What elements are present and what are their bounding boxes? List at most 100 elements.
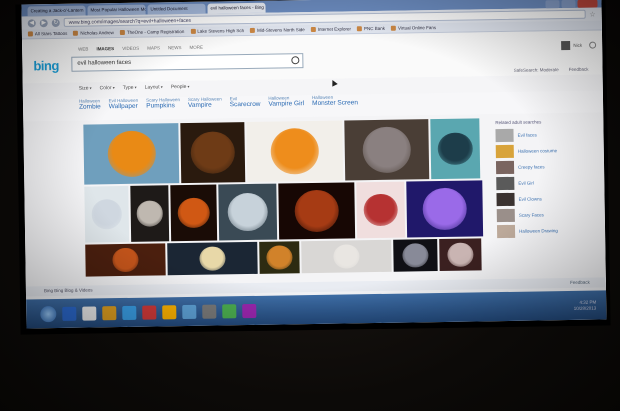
- search-icon[interactable]: [291, 56, 300, 65]
- thumbnail-subject: [112, 247, 139, 273]
- filter-type[interactable]: Type: [123, 85, 137, 91]
- sidebar-thumbnail[interactable]: [496, 192, 515, 207]
- image-thumbnail[interactable]: [406, 180, 484, 238]
- taskbar-app-icon[interactable]: [202, 304, 217, 319]
- scope-images[interactable]: Images: [96, 46, 114, 51]
- image-thumbnail[interactable]: [85, 243, 166, 277]
- taskbar-app-icon[interactable]: [162, 304, 177, 319]
- sidebar-thumbnail[interactable]: [496, 224, 516, 239]
- related-search-bottom: Vampire Girl: [268, 100, 305, 108]
- sidebar-item[interactable]: Evil Clowns: [496, 192, 596, 207]
- sidebar-thumbnail[interactable]: [496, 208, 515, 223]
- scope-news[interactable]: News: [168, 45, 182, 50]
- bookmark-item[interactable]: Nicholas Andrew: [73, 30, 114, 36]
- taskbar-app-icon[interactable]: [62, 306, 77, 321]
- image-thumbnail[interactable]: [439, 238, 482, 272]
- bookmark-item[interactable]: All Stars Tattoos: [27, 31, 68, 37]
- scope-videos[interactable]: Videos: [122, 46, 139, 51]
- right-tool-0[interactable]: SafeSearch: Moderate: [514, 67, 559, 73]
- bookmark-item[interactable]: TheOne - Camp Registration: [119, 29, 184, 36]
- scope-more[interactable]: More: [189, 45, 203, 50]
- sidebar-item-label: Evil Girl: [518, 180, 534, 186]
- sidebar-item[interactable]: Halloween costume: [495, 144, 596, 159]
- maximize-button[interactable]: [561, 0, 576, 9]
- right-tool-1[interactable]: Feedback: [569, 67, 589, 72]
- taskbar-app-icon[interactable]: [82, 305, 97, 321]
- related-search-item[interactable]: Evil Scarecrow: [230, 96, 261, 118]
- sidebar-item[interactable]: Halloween Drawing: [496, 224, 597, 239]
- image-grid: [83, 118, 489, 278]
- bookmark-item[interactable]: Lake Stevens High Sch: [190, 28, 244, 34]
- taskbar-app-icon[interactable]: [222, 303, 237, 318]
- image-thumbnail[interactable]: [130, 185, 170, 242]
- related-search-item[interactable]: Evil Halloween Wallpaper: [109, 98, 139, 120]
- bing-logo[interactable]: bing: [33, 58, 59, 73]
- avatar[interactable]: [561, 40, 571, 51]
- tab-2[interactable]: Untitled Document: [147, 3, 206, 15]
- related-search-item[interactable]: Scary Halloween Vampire: [188, 96, 222, 119]
- image-thumbnail[interactable]: [246, 120, 344, 183]
- related-search-item[interactable]: Scary Halloween Pumpkins: [146, 97, 180, 120]
- image-thumbnail[interactable]: [218, 183, 278, 241]
- gear-icon[interactable]: [589, 41, 597, 49]
- image-thumbnail[interactable]: [430, 118, 481, 180]
- tab-0[interactable]: Creating a Jack-o'-Lantern: [27, 5, 86, 17]
- related-search-bottom: Vampire: [187, 101, 212, 109]
- sidebar-thumbnail[interactable]: [495, 128, 514, 143]
- sidebar-item[interactable]: Evil Girl: [496, 176, 596, 191]
- image-thumbnail[interactable]: [259, 241, 300, 274]
- forward-button[interactable]: ▶: [39, 18, 48, 27]
- image-thumbnail[interactable]: [278, 182, 356, 240]
- tab-3[interactable]: evil halloween faces - Bing: [207, 2, 266, 14]
- image-thumbnail[interactable]: [356, 181, 406, 239]
- search-input[interactable]: evil halloween faces: [71, 53, 304, 72]
- sidebar-item[interactable]: Scary Faces: [496, 208, 597, 223]
- bookmark-item[interactable]: Mid-Stevens North Side: [250, 27, 305, 33]
- bookmark-label: Virtual Online Fans: [397, 25, 437, 31]
- scope-maps[interactable]: Maps: [147, 45, 160, 50]
- tab-1[interactable]: Most Popular Halloween Mo: [87, 4, 146, 16]
- close-button[interactable]: [577, 0, 598, 8]
- feedback-link[interactable]: Feedback: [570, 280, 590, 285]
- bookmark-item[interactable]: Internet Explorer: [310, 26, 351, 33]
- image-thumbnail[interactable]: [84, 185, 130, 243]
- image-thumbnail[interactable]: [180, 122, 246, 184]
- sidebar-thumbnail[interactable]: [495, 144, 514, 159]
- image-thumbnail[interactable]: [301, 239, 392, 274]
- filter-layout[interactable]: Layout: [145, 84, 163, 90]
- taskbar-app-icon[interactable]: [122, 305, 137, 320]
- sidebar-item[interactable]: Evil faces: [495, 128, 595, 143]
- image-row: [85, 238, 489, 277]
- image-thumbnail[interactable]: [83, 123, 180, 185]
- sidebar-thumbnail[interactable]: [496, 176, 515, 191]
- image-thumbnail[interactable]: [167, 241, 258, 276]
- related-search-item[interactable]: Halloween Vampire Girl: [268, 95, 304, 118]
- taskbar-app-icon[interactable]: [142, 304, 157, 320]
- taskbar-app-icon[interactable]: [102, 305, 117, 320]
- sidebar-thumbnail[interactable]: [495, 160, 515, 175]
- thumbnail-subject: [177, 197, 211, 229]
- sidebar-item-label: Evil faces: [517, 132, 537, 138]
- bookmark-item[interactable]: PNC Bank: [356, 26, 385, 32]
- image-thumbnail[interactable]: [344, 119, 430, 181]
- bookmark-item[interactable]: Virtual Online Fans: [390, 25, 437, 31]
- sidebar-item[interactable]: Creepy faces: [495, 160, 596, 175]
- start-button[interactable]: [40, 305, 57, 322]
- minimize-button[interactable]: [545, 0, 560, 9]
- taskbar-app-icon[interactable]: [242, 303, 257, 318]
- filter-people[interactable]: People: [171, 84, 190, 90]
- back-button[interactable]: ◀: [27, 18, 36, 27]
- taskbar-app-icon[interactable]: [182, 304, 197, 319]
- system-clock[interactable]: 4:32 PM 10/28/2013: [574, 299, 597, 311]
- user-area[interactable]: Nick: [561, 40, 582, 51]
- filter-size[interactable]: Size: [79, 85, 92, 92]
- related-search-item[interactable]: Halloween Zombie: [79, 98, 101, 120]
- reload-button[interactable]: ↻: [51, 18, 60, 27]
- scope-web[interactable]: Web: [78, 47, 88, 52]
- image-thumbnail[interactable]: [170, 184, 218, 242]
- bookmark-star-icon[interactable]: ☆: [589, 10, 595, 18]
- filter-color[interactable]: Color: [100, 85, 115, 91]
- related-search-item[interactable]: Halloween Monster Screen: [312, 94, 358, 117]
- user-name[interactable]: Nick: [573, 43, 582, 48]
- image-thumbnail[interactable]: [393, 239, 438, 272]
